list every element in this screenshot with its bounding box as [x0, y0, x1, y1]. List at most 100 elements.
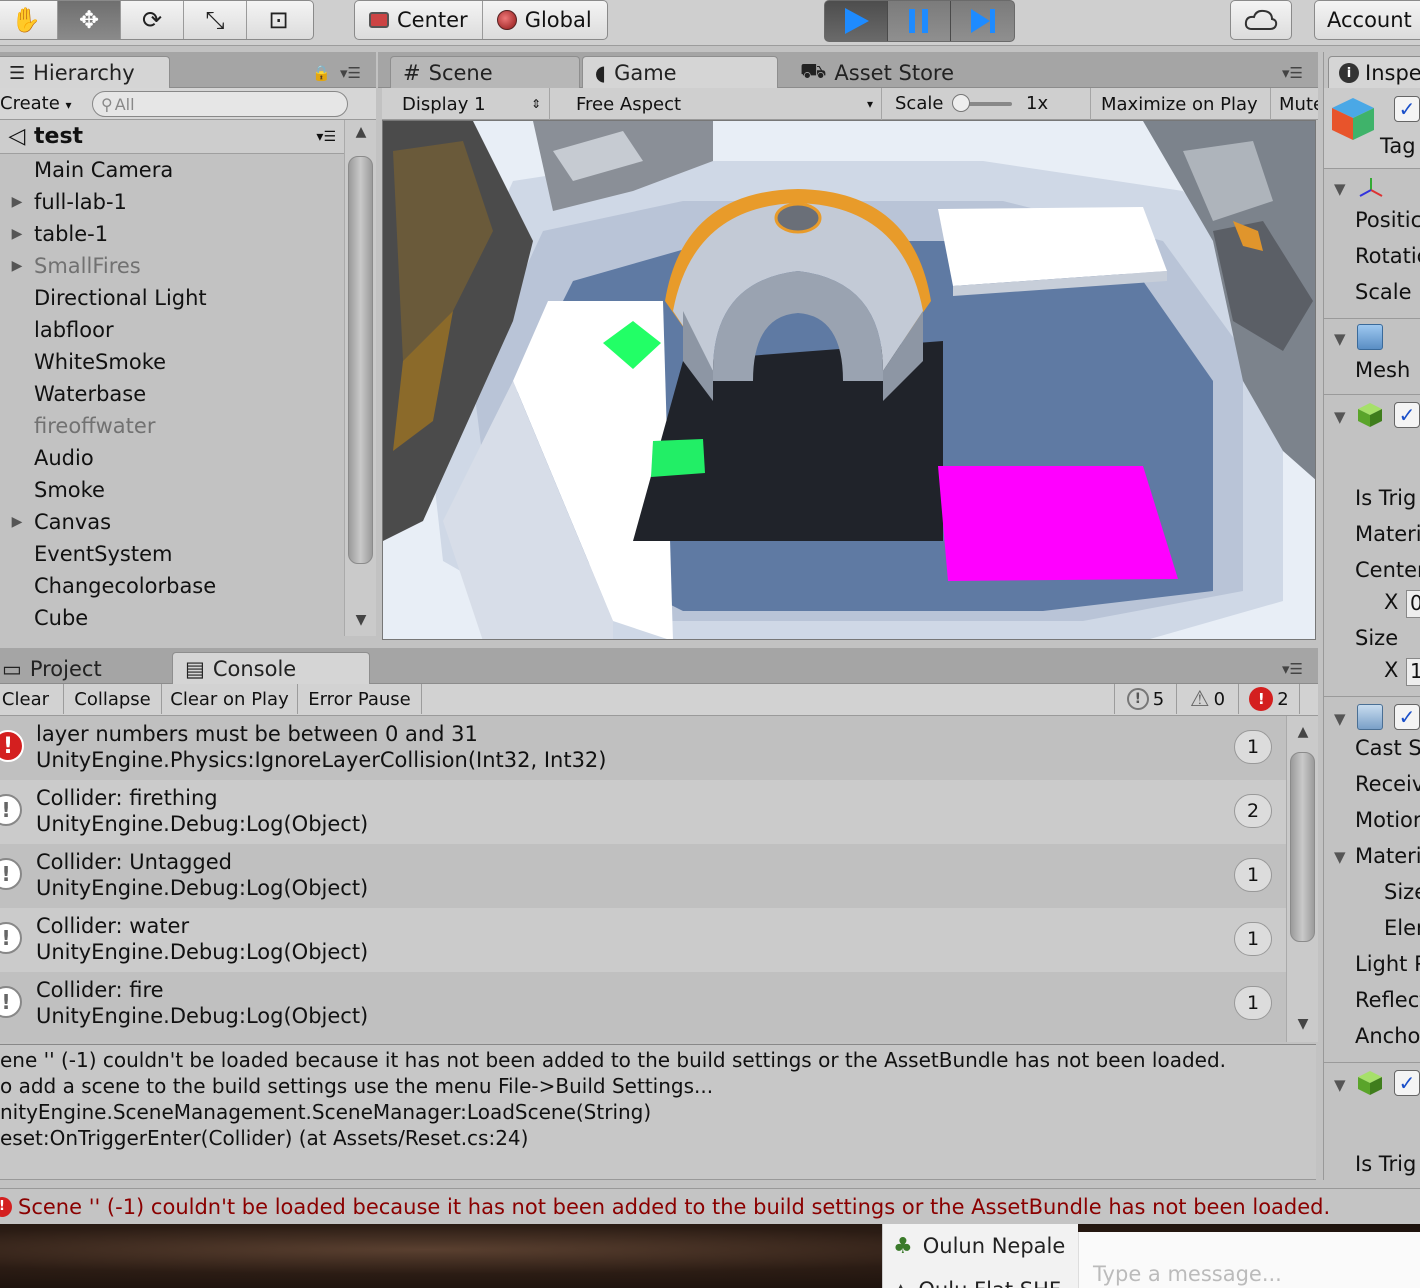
hierarchy-search-input[interactable]: ⚲ All — [92, 91, 348, 117]
console-scrollbar[interactable]: ▲ ▼ — [1286, 716, 1318, 1042]
clear-on-play-button[interactable]: Clear on Play — [162, 684, 298, 714]
renderer-enabled-checkbox[interactable]: ✓ — [1394, 704, 1420, 730]
hierarchy-item[interactable]: Directional Light — [0, 282, 344, 314]
hierarchy-item[interactable]: Waterbase — [0, 378, 344, 410]
divider — [1324, 168, 1420, 169]
account-button[interactable]: Account — [1314, 0, 1420, 40]
collider-enabled-checkbox[interactable]: ✓ — [1394, 402, 1420, 428]
hierarchy-item[interactable]: fireoffwater — [0, 410, 344, 442]
hierarchy-item[interactable]: ▶ full-lab-1 — [0, 186, 344, 218]
move-tool-button[interactable]: ✥ — [58, 1, 121, 39]
tab-project[interactable]: ▭ Project — [0, 652, 160, 685]
hierarchy-item[interactable]: ▶ Canvas — [0, 506, 344, 538]
collider2-enabled-checkbox[interactable]: ✓ — [1394, 1070, 1420, 1096]
hierarchy-item[interactable]: ▶ table-1 — [0, 218, 344, 250]
mute-audio-toggle[interactable]: Mute — [1270, 88, 1318, 120]
scroll-thumb[interactable] — [1290, 752, 1315, 942]
expand-arrow-icon[interactable]: ▼ — [1334, 408, 1346, 426]
hierarchy-scrollbar[interactable]: ▲ ▼ — [344, 120, 376, 636]
expand-arrow-icon[interactable]: ▼ — [1334, 330, 1346, 348]
rotate-tool-button[interactable]: ⟳ — [121, 1, 184, 39]
cast-shadows-label: Cast S — [1355, 736, 1420, 760]
tab-inspector[interactable]: i Inspe — [1328, 56, 1420, 90]
view-menu-icon[interactable]: ▾☰ — [1282, 64, 1303, 82]
reflection-probes-label: Reflect — [1355, 988, 1420, 1012]
hierarchy-item[interactable]: Main Camera — [0, 154, 344, 186]
center-x-field[interactable]: 0 — [1406, 590, 1420, 618]
hierarchy-item[interactable]: EventSystem — [0, 538, 344, 570]
console-log-row[interactable]: ! Collider: Untagged UnityEngine.Debug:Log… — [0, 844, 1286, 908]
clear-button[interactable]: Clear — [0, 684, 64, 714]
play-button[interactable] — [825, 1, 888, 41]
info-filter-toggle[interactable]: ! 5 — [1114, 684, 1176, 714]
console-log-row[interactable]: ! layer numbers must be between 0 and 31 U… — [0, 716, 1286, 780]
scale-label: Scale — [1355, 280, 1412, 304]
scroll-up-icon[interactable]: ▲ — [1287, 724, 1319, 740]
status-bar[interactable]: ! Scene '' (-1) couldn't be loaded becau… — [0, 1188, 1420, 1224]
console-log-row[interactable]: ! Collider: fire UnityEngine.Debug:Log(Obj… — [0, 972, 1286, 1036]
console-menu-icon[interactable]: ▾☰ — [1282, 660, 1303, 678]
tab-console[interactable]: ▤ Console — [172, 652, 370, 685]
scroll-up-icon[interactable]: ▲ — [345, 124, 377, 140]
scroll-down-icon[interactable]: ▼ — [1287, 1016, 1319, 1032]
console-icon: ▤ — [185, 657, 205, 681]
console-log-row[interactable]: ! Collider: water UnityEngine.Debug:Log(Ob… — [0, 908, 1286, 972]
console-buttons: Clear Collapse Clear on Play Error Pause — [0, 684, 422, 714]
hand-tool-button[interactable]: ✋ — [0, 1, 58, 39]
log-stacktrace: UnityEngine.Physics:IgnoreLayerCollision… — [36, 748, 607, 772]
pivot-center-button[interactable]: Center — [355, 1, 483, 39]
tab-game[interactable]: ◖ Game — [582, 56, 778, 89]
pause-button[interactable] — [888, 1, 951, 41]
scroll-thumb[interactable] — [348, 156, 373, 564]
log-count-badge: 1 — [1234, 858, 1272, 892]
scroll-down-icon[interactable]: ▼ — [345, 612, 377, 628]
hierarchy-item[interactable]: WhiteSmoke — [0, 346, 344, 378]
pivot-global-button[interactable]: Global — [483, 1, 606, 39]
scene-name: test — [34, 124, 84, 149]
console-log-row[interactable]: ! Collider: firething UnityEngine.Debug:Lo… — [0, 780, 1286, 844]
error-pause-button[interactable]: Error Pause — [298, 684, 422, 714]
expand-arrow-icon[interactable]: ▼ — [1334, 1076, 1346, 1094]
create-dropdown[interactable]: Create ▾ — [0, 93, 72, 114]
step-button[interactable] — [951, 1, 1014, 41]
expand-arrow-icon[interactable]: ▼ — [1334, 710, 1346, 728]
cloud-button[interactable] — [1230, 0, 1292, 40]
slider-knob[interactable] — [952, 94, 970, 112]
expand-arrow-icon[interactable]: ▶ — [0, 194, 34, 210]
expand-arrow-icon[interactable]: ▶ — [0, 226, 34, 242]
display-dropdown[interactable]: Display 1 ⇕ — [390, 88, 550, 120]
tab-asset-store[interactable]: ⛟ Asset Store — [788, 56, 978, 89]
hierarchy-item[interactable]: labfloor — [0, 314, 344, 346]
hierarchy-item[interactable]: Cube — [0, 602, 344, 634]
size-x-field[interactable]: 1 — [1406, 658, 1420, 686]
chat-contact-item[interactable]: ▲ Oulu Flat SHF — [883, 1270, 1079, 1288]
scene-menu-icon[interactable]: ▾☰ — [316, 129, 336, 145]
info-icon: ! — [0, 858, 22, 890]
expand-arrow-icon[interactable]: ▶ — [0, 258, 34, 274]
scene-header[interactable]: ◁ test ▾☰ — [0, 120, 344, 154]
hierarchy-item[interactable]: Smoke — [0, 474, 344, 506]
scale-tool-button[interactable]: ⤡ — [184, 1, 247, 39]
tab-scene[interactable]: # Scene — [390, 56, 580, 89]
warning-filter-toggle[interactable]: ⚠ 0 — [1176, 684, 1238, 714]
collapse-button[interactable]: Collapse — [64, 684, 162, 714]
message-input[interactable]: Type a message... — [1078, 1232, 1420, 1288]
error-filter-toggle[interactable]: ! 2 — [1238, 684, 1300, 714]
tab-hierarchy[interactable]: ☰ Hierarchy — [0, 56, 170, 89]
expand-arrow-icon[interactable]: ▼ — [1334, 180, 1346, 198]
hierarchy-item[interactable]: Audio — [0, 442, 344, 474]
expand-arrow-icon[interactable]: ▶ — [0, 514, 34, 530]
chat-contact-item[interactable]: ♣ Oulun Nepale — [883, 1224, 1079, 1268]
expand-arrow-icon[interactable]: ▼ — [1334, 848, 1346, 866]
lock-icon[interactable]: 🔒 — [312, 64, 331, 82]
scale-slider[interactable] — [952, 94, 1012, 112]
mesh-renderer-icon — [1357, 704, 1383, 730]
hierarchy-item[interactable]: Changecolorbase — [0, 570, 344, 602]
panel-menu-icon[interactable]: ▾☰ — [340, 64, 361, 82]
rect-tool-button[interactable]: ⊡ — [247, 1, 310, 39]
hierarchy-item[interactable]: ▶ SmallFires — [0, 250, 344, 282]
aspect-dropdown[interactable]: Free Aspect ▾ — [566, 88, 882, 120]
active-checkbox[interactable]: ✓ — [1394, 96, 1420, 122]
maximize-on-play-toggle[interactable]: Maximize on Play — [1090, 88, 1262, 120]
game-viewport[interactable] — [382, 120, 1316, 640]
